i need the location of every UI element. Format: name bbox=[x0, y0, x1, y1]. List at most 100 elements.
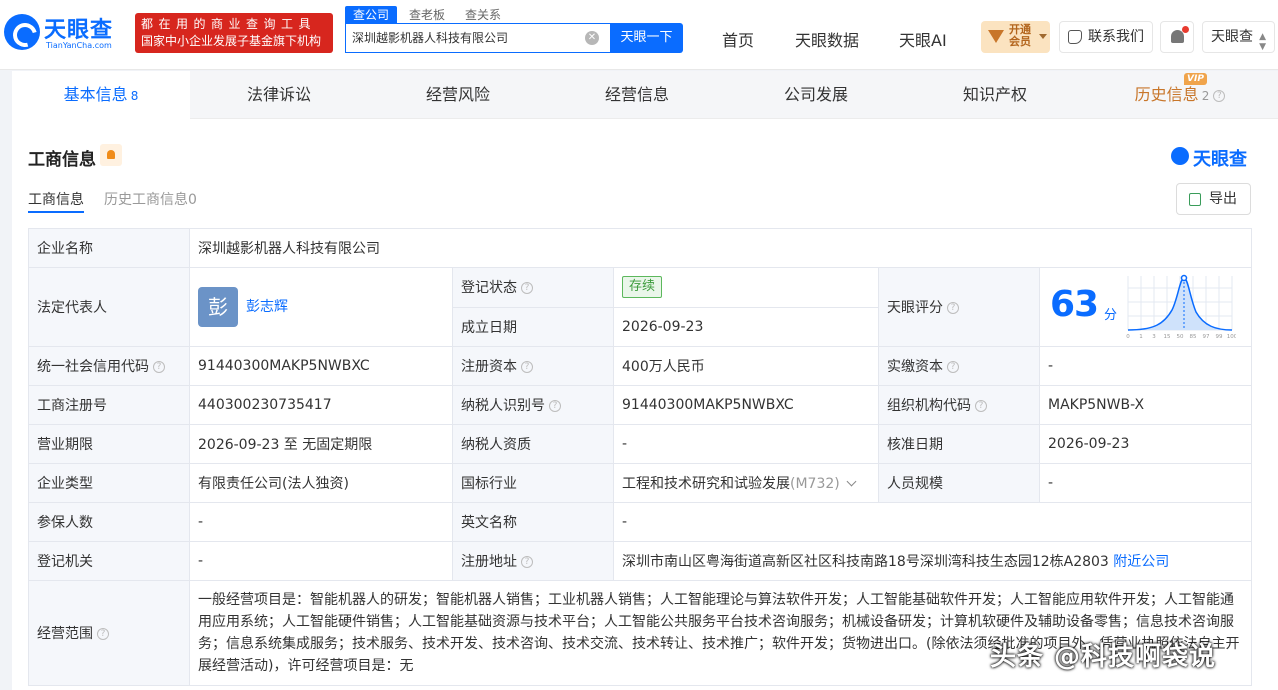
tab-risk[interactable]: 经营风险 bbox=[369, 71, 547, 119]
help-icon[interactable]: ? bbox=[947, 361, 959, 373]
vip-badge: VIP bbox=[1184, 73, 1207, 85]
help-icon[interactable]: ? bbox=[97, 628, 109, 640]
main-card: 基本信息 8 法律诉讼 经营风险 经营信息 公司发展 知识产权 历史信息 2? VI… bbox=[12, 71, 1278, 690]
org-code-label: 组织机构代码? bbox=[878, 385, 1040, 425]
business-info-table: 企业名称 深圳越影机器人科技有限公司 法定代表人 彭彭志辉 登记状态? 存续 天… bbox=[28, 228, 1253, 686]
tab-basic-info[interactable]: 基本信息 8 bbox=[12, 71, 190, 119]
table-row: 登记机关 - 注册地址? 深圳市南山区粤海街道高新区社区科技南路18号深圳湾科技… bbox=[28, 541, 1253, 581]
table-row: 法定代表人 彭彭志辉 登记状态? 存续 天眼评分? 63 分 0 1 3 15 … bbox=[28, 267, 1253, 347]
score-distribution-chart: 0 1 3 15 50 85 97 99 100 bbox=[1126, 274, 1236, 340]
avatar[interactable]: 彭 bbox=[198, 287, 238, 327]
nav-ai[interactable]: 天眼AI bbox=[899, 27, 947, 51]
taxpayer-qual-label: 纳税人资质 bbox=[452, 424, 614, 464]
eye-logo-icon bbox=[4, 14, 40, 50]
help-icon[interactable]: ? bbox=[521, 556, 533, 568]
notification-dot bbox=[1182, 26, 1189, 33]
authority: - bbox=[189, 541, 453, 581]
nav-home[interactable]: 首页 bbox=[722, 27, 754, 51]
contact-label: 联系我们 bbox=[1088, 29, 1144, 45]
diamond-icon bbox=[988, 30, 1004, 43]
excel-icon bbox=[1189, 193, 1201, 206]
brand-logo: 天眼查 bbox=[1171, 145, 1247, 171]
search-tab-company[interactable]: 查公司 bbox=[345, 6, 398, 24]
subtab-business-info[interactable]: 工商信息 bbox=[28, 189, 84, 209]
score-cell: 63 分 0 1 3 15 50 85 97 99 100 bbox=[1038, 267, 1253, 347]
nav-data[interactable]: 天眼数据 bbox=[795, 27, 859, 51]
search-button[interactable]: 天眼一下 bbox=[610, 23, 683, 53]
watermark: 头条 @科技啊袋说 bbox=[990, 642, 1217, 672]
user-menu-button[interactable]: 天眼查 ▲ ▼ bbox=[1202, 21, 1275, 53]
tab-operation[interactable]: 经营信息 bbox=[548, 71, 726, 119]
tab-ip[interactable]: 知识产权 bbox=[906, 71, 1084, 119]
reg-status-label: 登记状态? bbox=[452, 267, 614, 308]
contact-button[interactable]: 联系我们 bbox=[1059, 21, 1153, 53]
paid-capital-label: 实缴资本? bbox=[878, 346, 1040, 386]
search-tab-boss[interactable]: 查老板 bbox=[401, 6, 453, 24]
industry-code: (M732) bbox=[790, 476, 840, 492]
address-cell: 深圳市南山区粤海街道高新区社区科技南路18号深圳湾科技生态园12栋A2803 附… bbox=[612, 541, 1253, 581]
reg-status-cell: 存续 bbox=[613, 267, 879, 308]
table-row: 工商注册号 440300230735417 纳税人识别号? 91440300MA… bbox=[28, 385, 1253, 425]
chevron-down-icon bbox=[846, 476, 857, 487]
search-box: ✕ bbox=[345, 23, 611, 53]
svg-text:97: 97 bbox=[1203, 334, 1210, 340]
logo-text: 天眼查 bbox=[44, 18, 114, 43]
active-subtab-indicator bbox=[28, 211, 84, 213]
address: 深圳市南山区粤海街道高新区社区科技南路18号深圳湾科技生态园12栋A2803 bbox=[622, 554, 1109, 570]
caret-down-icon bbox=[1039, 34, 1047, 39]
score-value: 63 bbox=[1050, 284, 1099, 325]
reg-no: 440300230735417 bbox=[189, 385, 453, 425]
table-row: 参保人数 - 英文名称 - bbox=[28, 502, 1253, 542]
svg-text:50: 50 bbox=[1177, 334, 1184, 340]
phone-icon bbox=[1068, 30, 1082, 44]
svg-text:0: 0 bbox=[1126, 334, 1130, 340]
logo-subtext: TianYanCha.com bbox=[46, 41, 112, 50]
notification-button[interactable] bbox=[1160, 21, 1194, 53]
subtab-history-business-info[interactable]: 历史工商信息0 bbox=[104, 189, 197, 209]
score-widget[interactable]: 63 分 0 1 3 15 50 85 97 99 100 bbox=[1041, 269, 1251, 346]
reg-capital-label: 注册资本? bbox=[452, 346, 614, 386]
help-icon[interactable]: ? bbox=[947, 302, 959, 314]
slogan-banner: 都在用的商业查询工具 国家中小企业发展子基金旗下机构 bbox=[135, 13, 333, 53]
help-icon: ? bbox=[1213, 89, 1226, 102]
export-label: 导出 bbox=[1209, 191, 1237, 207]
staff-label: 人员规模 bbox=[878, 463, 1040, 503]
paid-capital: - bbox=[1038, 346, 1253, 386]
company-tabs: 基本信息 8 法律诉讼 经营风险 经营信息 公司发展 知识产权 历史信息 2? VI… bbox=[12, 71, 1278, 119]
help-icon[interactable]: ? bbox=[549, 400, 561, 412]
tianyancha-logo[interactable]: 天眼查 TianYanCha.com bbox=[4, 12, 130, 54]
score-unit: 分 bbox=[1104, 308, 1118, 323]
vip-button[interactable]: 开通 会员 bbox=[981, 21, 1050, 53]
industry-cell[interactable]: 工程和技术研究和试验发展(M732) bbox=[613, 463, 879, 503]
org-code: MAKP5NWB-X bbox=[1038, 385, 1253, 425]
monitor-bell-icon[interactable] bbox=[100, 144, 122, 166]
help-icon[interactable]: ? bbox=[521, 361, 533, 373]
slogan-line-2: 国家中小企业发展子基金旗下机构 bbox=[141, 34, 322, 48]
search-input[interactable] bbox=[352, 24, 572, 51]
clear-icon[interactable]: ✕ bbox=[585, 31, 599, 45]
insured-label: 参保人数 bbox=[28, 502, 190, 542]
help-icon[interactable]: ? bbox=[153, 361, 165, 373]
nearby-companies-link[interactable]: 附近公司 bbox=[1113, 554, 1169, 570]
table-row: 企业名称 深圳越影机器人科技有限公司 bbox=[28, 228, 1253, 268]
approve-date: 2026-09-23 bbox=[1038, 424, 1253, 464]
help-icon[interactable]: ? bbox=[975, 400, 987, 412]
export-button[interactable]: 导出 bbox=[1176, 183, 1251, 215]
taxpayer-qual: - bbox=[613, 424, 879, 464]
chevron-down-icon: ▲ ▼ bbox=[1259, 32, 1266, 52]
tab-legal[interactable]: 法律诉讼 bbox=[190, 71, 368, 119]
address-label: 注册地址? bbox=[452, 541, 614, 581]
search-tab-relation[interactable]: 查关系 bbox=[457, 6, 509, 24]
vip-label: 开通 会员 bbox=[1009, 23, 1031, 48]
credit-code: 91440300MAKP5NWBXC bbox=[189, 346, 453, 386]
tab-history[interactable]: 历史信息 2? bbox=[1085, 71, 1275, 119]
status-badge: 存续 bbox=[622, 276, 663, 299]
tab-development[interactable]: 公司发展 bbox=[727, 71, 905, 119]
legal-rep-link[interactable]: 彭志辉 bbox=[246, 299, 288, 315]
term: 2026-09-23 至 无固定期限 bbox=[189, 424, 453, 464]
help-icon[interactable]: ? bbox=[521, 282, 533, 295]
table-row: 营业期限 2026-09-23 至 无固定期限 纳税人资质 - 核准日期 202… bbox=[28, 424, 1253, 464]
company-name: 深圳越影机器人科技有限公司 bbox=[188, 228, 1253, 268]
industry: 工程和技术研究和试验发展 bbox=[622, 476, 790, 492]
approve-date-label: 核准日期 bbox=[878, 424, 1040, 464]
